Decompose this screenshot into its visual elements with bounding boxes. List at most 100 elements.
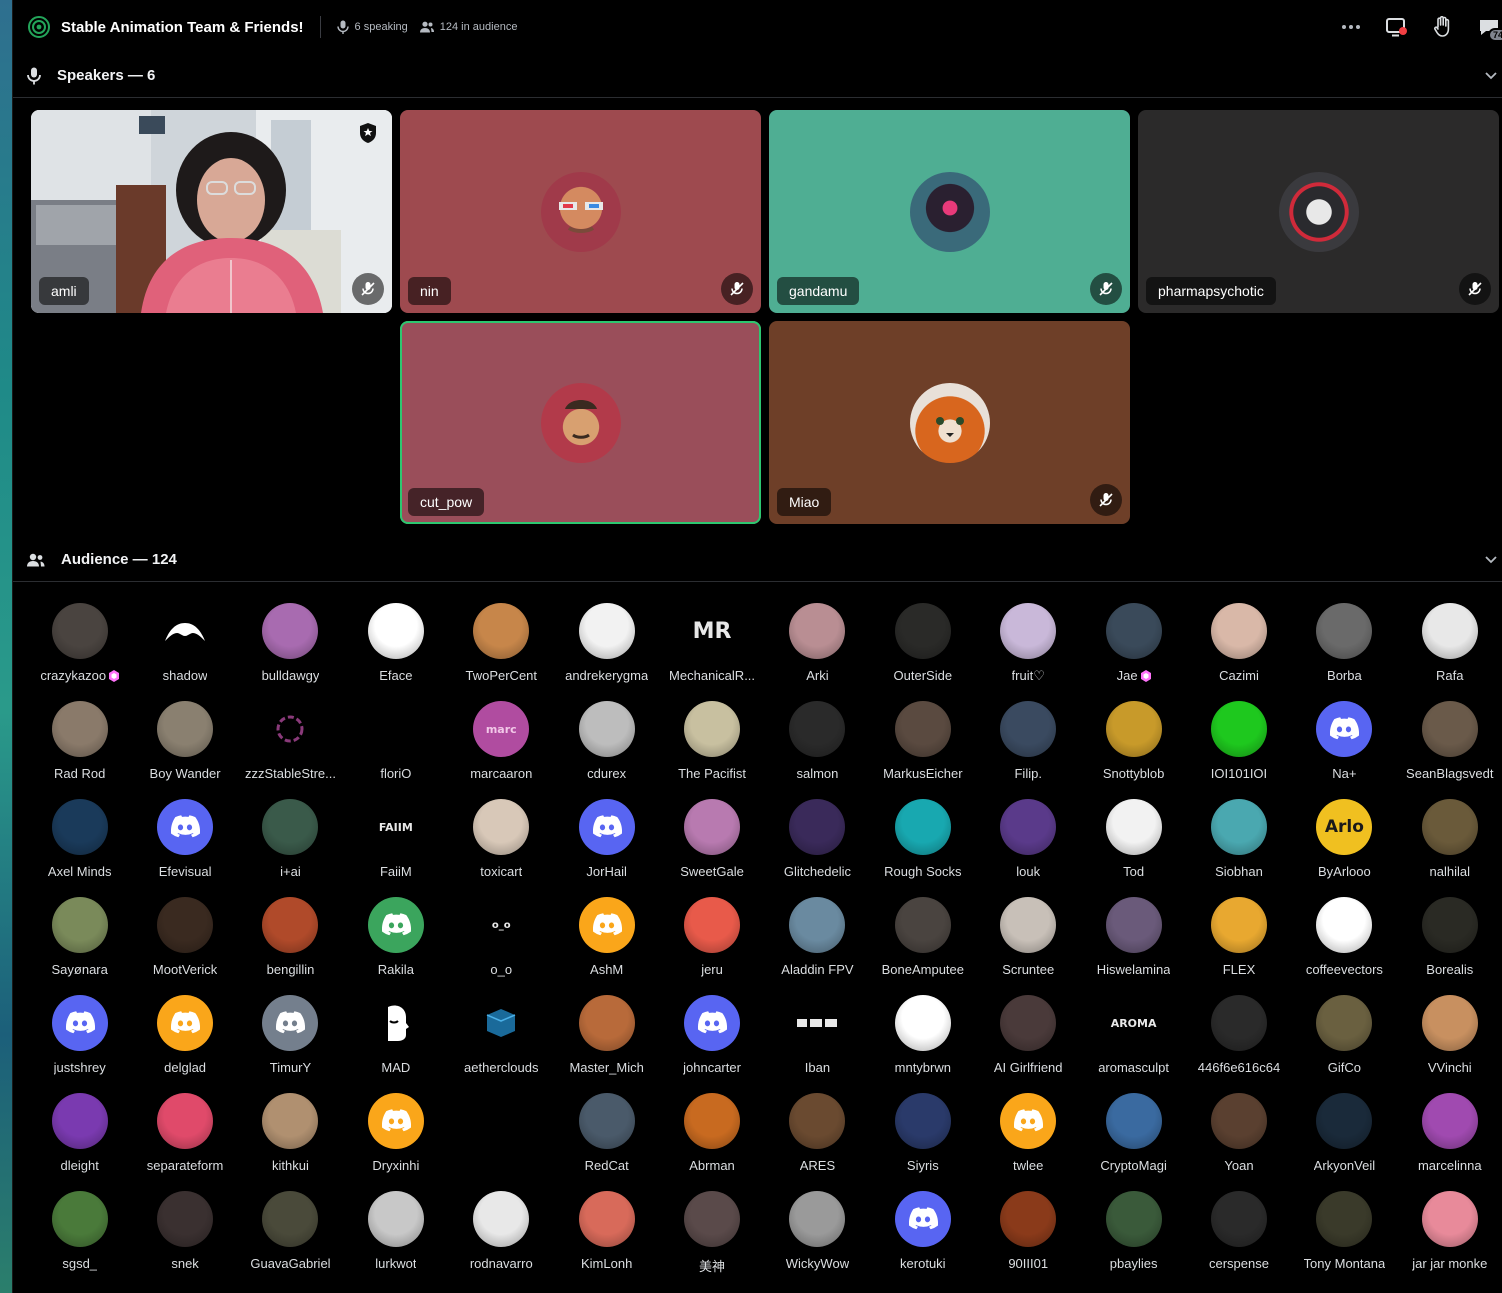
audience-member[interactable]: pbaylies <box>1081 1184 1186 1282</box>
audience-member[interactable]: jeru <box>659 890 764 988</box>
audience-member[interactable]: aetherclouds <box>449 988 554 1086</box>
audience-member[interactable]: twlee <box>976 1086 1081 1184</box>
speakers-header[interactable]: Speakers — 6 <box>13 54 1502 98</box>
more-options-button[interactable] <box>1338 14 1364 40</box>
audience-member[interactable]: kithkui <box>238 1086 343 1184</box>
screen-share-button[interactable] <box>1384 14 1410 40</box>
audience-member[interactable]: cerspense <box>1186 1184 1291 1282</box>
audience-member[interactable]: AI Girlfriend <box>976 988 1081 1086</box>
audience-member[interactable]: SeanBlagsvedt <box>1397 694 1502 792</box>
audience-member[interactable]: floriO <box>343 694 448 792</box>
audience-member[interactable]: Arki <box>765 596 870 694</box>
audience-member[interactable]: rodnavarro <box>449 1184 554 1282</box>
audience-member[interactable]: SweetGale <box>659 792 764 890</box>
audience-member[interactable]: lurkwot <box>343 1184 448 1282</box>
audience-member[interactable]: Eface <box>343 596 448 694</box>
speaker-tile-gandamu[interactable]: gandamu <box>769 110 1130 313</box>
speaker-tile-pharmapsychotic[interactable]: pharmapsychotic <box>1138 110 1499 313</box>
audience-member[interactable]: Boy Wander <box>132 694 237 792</box>
audience-member[interactable]: johncarter <box>659 988 764 1086</box>
audience-member[interactable]: FLEX <box>1186 890 1291 988</box>
chevron-down-icon[interactable] <box>1484 68 1498 82</box>
audience-member[interactable]: Tony Montana <box>1292 1184 1397 1282</box>
audience-member[interactable]: ARES <box>765 1086 870 1184</box>
audience-member[interactable]: Siobhan <box>1186 792 1291 890</box>
audience-member[interactable]: 446f6e616c64 <box>1186 988 1291 1086</box>
audience-member[interactable]: jar jar monke <box>1397 1184 1502 1282</box>
audience-member[interactable]: The Pacifist <box>659 694 764 792</box>
audience-member[interactable]: Borba <box>1292 596 1397 694</box>
audience-member[interactable]: VVinchi <box>1397 988 1502 1086</box>
audience-member[interactable]: nalhilal <box>1397 792 1502 890</box>
audience-member[interactable]: MarkusEicher <box>870 694 975 792</box>
audience-member[interactable]: Rough Socks <box>870 792 975 890</box>
audience-member[interactable]: 90III01 <box>976 1184 1081 1282</box>
audience-member[interactable]: i+ai <box>238 792 343 890</box>
audience-member[interactable]: Yoan <box>1186 1086 1291 1184</box>
audience-member[interactable]: Abrman <box>659 1086 764 1184</box>
audience-member[interactable]: mntybrwn <box>870 988 975 1086</box>
audience-member[interactable]: MootVerick <box>132 890 237 988</box>
audience-member[interactable]: marc marcaaron <box>449 694 554 792</box>
audience-member[interactable]: 美神 <box>659 1184 764 1282</box>
speaker-tile-cut-pow[interactable]: cut_pow <box>400 321 761 524</box>
audience-member[interactable]: justshrey <box>27 988 132 1086</box>
audience-member[interactable]: Rafa <box>1397 596 1502 694</box>
audience-member[interactable]: salmon <box>765 694 870 792</box>
audience-member[interactable]: TimurY <box>238 988 343 1086</box>
audience-member[interactable]: AROMA aromasculpt <box>1081 988 1186 1086</box>
audience-member[interactable]: zzzStableStre... <box>238 694 343 792</box>
audience-member[interactable]: Dryxinhi <box>343 1086 448 1184</box>
audience-member[interactable]: JorHail <box>554 792 659 890</box>
audience-member[interactable]: FAIIM FaiiM <box>343 792 448 890</box>
audience-member[interactable]: crazykazoo <box>27 596 132 694</box>
audience-member[interactable]: o_o o_o <box>449 890 554 988</box>
audience-header[interactable]: Audience — 124 <box>13 538 1502 582</box>
audience-member[interactable]: dleight <box>27 1086 132 1184</box>
speaker-tile-miao[interactable]: Miao <box>769 321 1130 524</box>
audience-member[interactable]: fruit♡ <box>976 596 1081 694</box>
audience-member[interactable]: kerotuki <box>870 1184 975 1282</box>
audience-member[interactable]: coffeevectors <box>1292 890 1397 988</box>
audience-member[interactable]: Filip. <box>976 694 1081 792</box>
audience-member[interactable]: bengillin <box>238 890 343 988</box>
audience-member[interactable]: andrekerygma <box>554 596 659 694</box>
audience-member[interactable]: Axel Minds <box>27 792 132 890</box>
speaker-tile-amli[interactable]: amli <box>31 110 392 313</box>
audience-member[interactable]: Na+ <box>1292 694 1397 792</box>
chevron-down-icon[interactable] <box>1484 552 1498 566</box>
audience-member[interactable]: louk <box>976 792 1081 890</box>
audience-member[interactable]: GifCo <box>1292 988 1397 1086</box>
audience-member[interactable]: AshM <box>554 890 659 988</box>
audience-member[interactable]: sgsd_ <box>27 1184 132 1282</box>
audience-member[interactable]: bulldawgy <box>238 596 343 694</box>
chat-button[interactable]: 74 <box>1476 14 1502 42</box>
audience-member[interactable]: toxicart <box>449 792 554 890</box>
audience-member[interactable]: delglad <box>132 988 237 1086</box>
audience-member[interactable]: BoneAmputee <box>870 890 975 988</box>
audience-member[interactable]: MR MechanicalR... <box>659 596 764 694</box>
audience-member[interactable]: RedCat <box>554 1086 659 1184</box>
audience-member[interactable]: OuterSide <box>870 596 975 694</box>
audience-member[interactable]: GuavaGabriel <box>238 1184 343 1282</box>
audience-member[interactable]: Sayønara <box>27 890 132 988</box>
audience-member[interactable]: shadow <box>132 596 237 694</box>
audience-member[interactable]: separateform <box>132 1086 237 1184</box>
audience-member[interactable]: KimLonh <box>554 1184 659 1282</box>
audience-member[interactable]: Jae <box>1081 596 1186 694</box>
audience-member[interactable]: Efevisual <box>132 792 237 890</box>
audience-member[interactable]: Aladdin FPV <box>765 890 870 988</box>
audience-member[interactable]: Master_Mich <box>554 988 659 1086</box>
audience-member[interactable]: Siyris <box>870 1086 975 1184</box>
audience-member[interactable]: Snottyblob <box>1081 694 1186 792</box>
audience-member[interactable]: Cazimi <box>1186 596 1291 694</box>
speaker-tile-nin[interactable]: nin <box>400 110 761 313</box>
audience-member[interactable]: cdurex <box>554 694 659 792</box>
audience-member[interactable]: IOI101IOI <box>1186 694 1291 792</box>
audience-member[interactable]: snek <box>132 1184 237 1282</box>
audience-member[interactable]: ArkyonVeil <box>1292 1086 1397 1184</box>
audience-member[interactable]: TwoPerCent <box>449 596 554 694</box>
audience-member[interactable]: CryptoMagi <box>1081 1086 1186 1184</box>
audience-member[interactable]: Scruntee <box>976 890 1081 988</box>
audience-member[interactable]: Iban <box>765 988 870 1086</box>
